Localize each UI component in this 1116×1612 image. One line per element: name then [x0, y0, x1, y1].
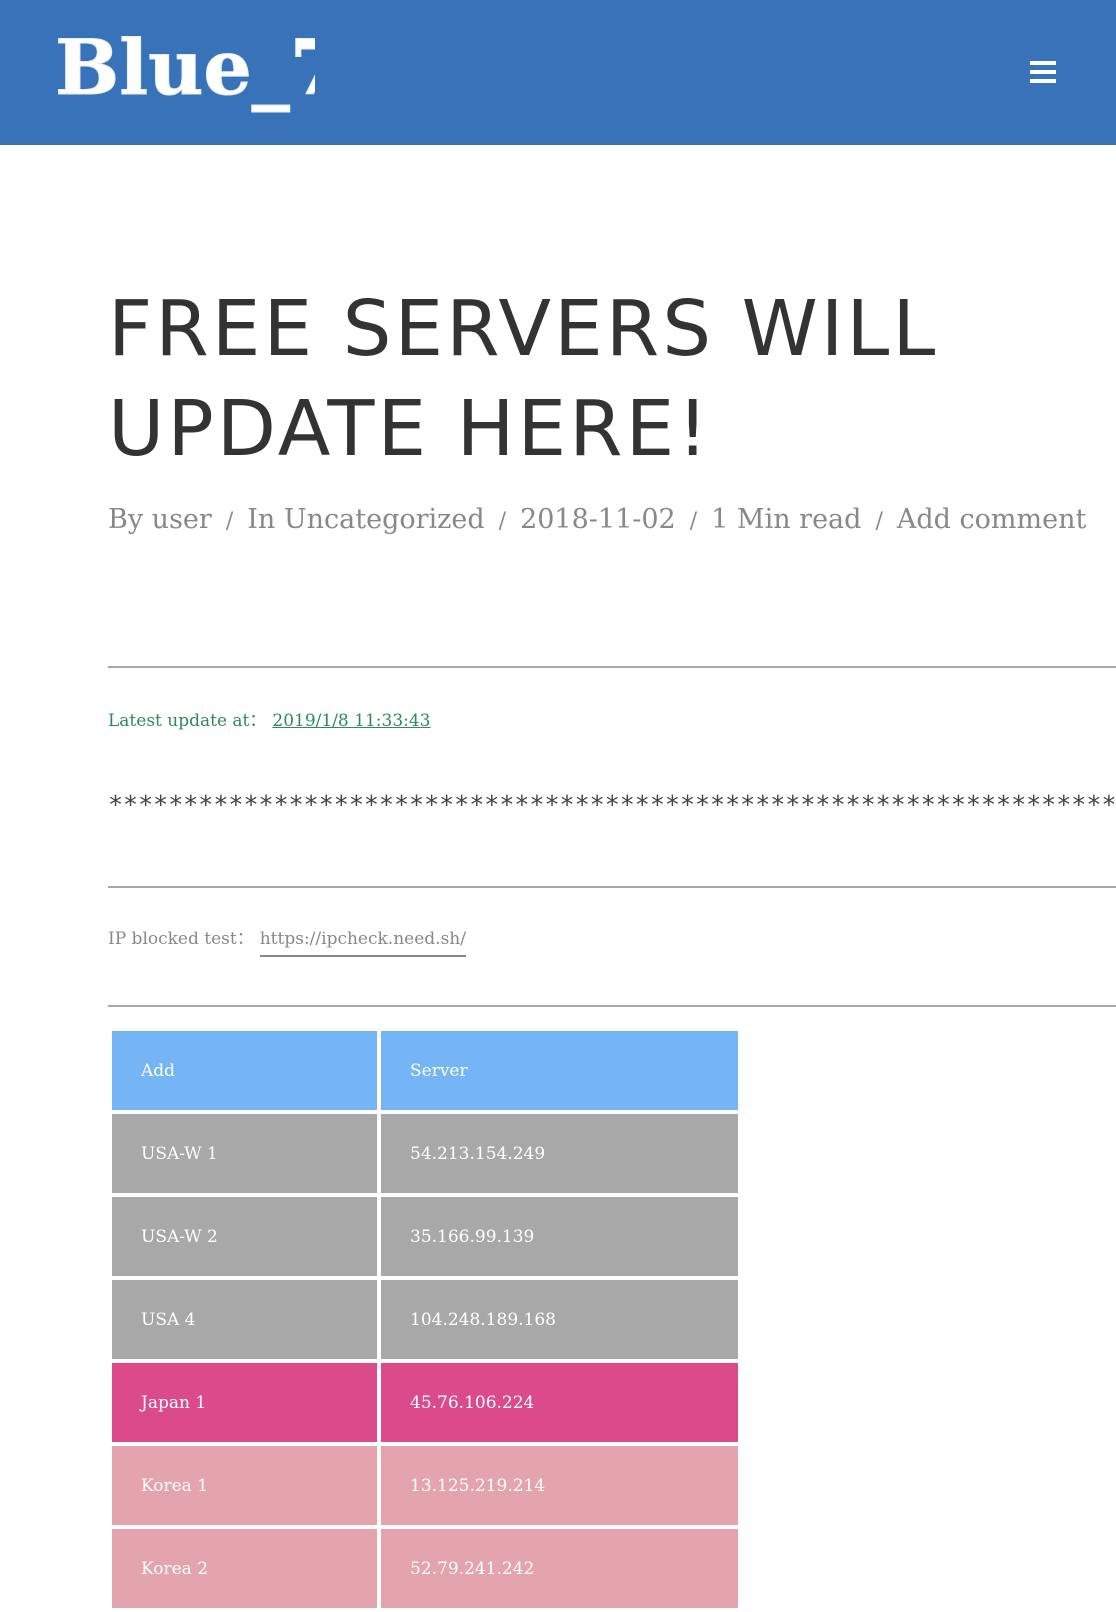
- post-date[interactable]: 2018-11-02: [520, 504, 676, 535]
- server-location-cell: Korea 1: [112, 1446, 377, 1525]
- post-category[interactable]: In Uncategorized: [247, 504, 484, 535]
- hamburger-menu-icon[interactable]: [1030, 57, 1066, 87]
- server-table-body: USA-W 1 54.213.154.249 USA-W 2 35.166.99.13…: [112, 1114, 738, 1608]
- server-ip-cell: 35.166.99.139: [381, 1197, 738, 1276]
- ip-test-link[interactable]: https://ipcheck.need.sh/: [259, 929, 466, 957]
- table-header-row: Add Server: [112, 1031, 738, 1110]
- add-comment-link[interactable]: Add comment: [897, 504, 1086, 535]
- latest-update: Latest update at： 2019/1/8 11:33:43: [108, 706, 431, 731]
- table-row: Japan 1 45.76.106.224: [112, 1363, 738, 1442]
- server-ip-cell: 54.213.154.249: [381, 1114, 738, 1193]
- server-ip-cell: 52.79.241.242: [381, 1529, 738, 1608]
- table-row: USA-W 2 35.166.99.139: [112, 1197, 738, 1276]
- post-read-time: 1 Min read: [711, 504, 862, 535]
- site-header: Blue_7: [0, 0, 1116, 145]
- logo-text: Blue_7: [55, 23, 315, 112]
- server-ip-cell: 45.76.106.224: [381, 1363, 738, 1442]
- server-ip-cell: 13.125.219.214: [381, 1446, 738, 1525]
- divider: [108, 886, 1116, 888]
- post-author[interactable]: By user: [108, 504, 212, 535]
- star-separator: ****************************************…: [108, 790, 1116, 819]
- menu-bar: [1030, 70, 1056, 74]
- meta-separator: /: [225, 509, 234, 534]
- table-row: USA-W 1 54.213.154.249: [112, 1114, 738, 1193]
- site-logo[interactable]: Blue_7: [55, 22, 315, 122]
- divider: [108, 666, 1116, 668]
- ip-test-label: IP blocked test：: [108, 929, 254, 949]
- meta-separator: /: [689, 509, 698, 534]
- column-header-server: Server: [381, 1031, 738, 1110]
- post-meta: By user / In Uncategorized / 2018-11-02 / 1 Mi…: [108, 496, 1086, 546]
- post-title: FREE SERVERS WILL UPDATE HERE!: [108, 285, 939, 474]
- meta-separator: /: [498, 509, 507, 534]
- latest-update-link[interactable]: 2019/1/8 11:33:43: [272, 711, 430, 731]
- ip-blocked-test: IP blocked test： https://ipcheck.need.sh/: [108, 924, 466, 957]
- table-row: USA 4 104.248.189.168: [112, 1280, 738, 1359]
- menu-bar: [1030, 79, 1056, 83]
- server-ip-cell: 104.248.189.168: [381, 1280, 738, 1359]
- table-row: Korea 1 13.125.219.214: [112, 1446, 738, 1525]
- table-row: Korea 2 52.79.241.242: [112, 1529, 738, 1608]
- server-location-cell: Japan 1: [112, 1363, 377, 1442]
- server-table: Add Server USA-W 1 54.213.154.249 USA-W 23…: [108, 1027, 742, 1612]
- server-location-cell: USA 4: [112, 1280, 377, 1359]
- server-location-cell: USA-W 1: [112, 1114, 377, 1193]
- meta-separator: /: [875, 509, 883, 534]
- divider: [108, 1005, 1116, 1007]
- latest-update-label: Latest update at：: [108, 711, 267, 731]
- column-header-add: Add: [112, 1031, 377, 1110]
- menu-bar: [1030, 61, 1056, 65]
- server-location-cell: USA-W 2: [112, 1197, 377, 1276]
- server-location-cell: Korea 2: [112, 1529, 377, 1608]
